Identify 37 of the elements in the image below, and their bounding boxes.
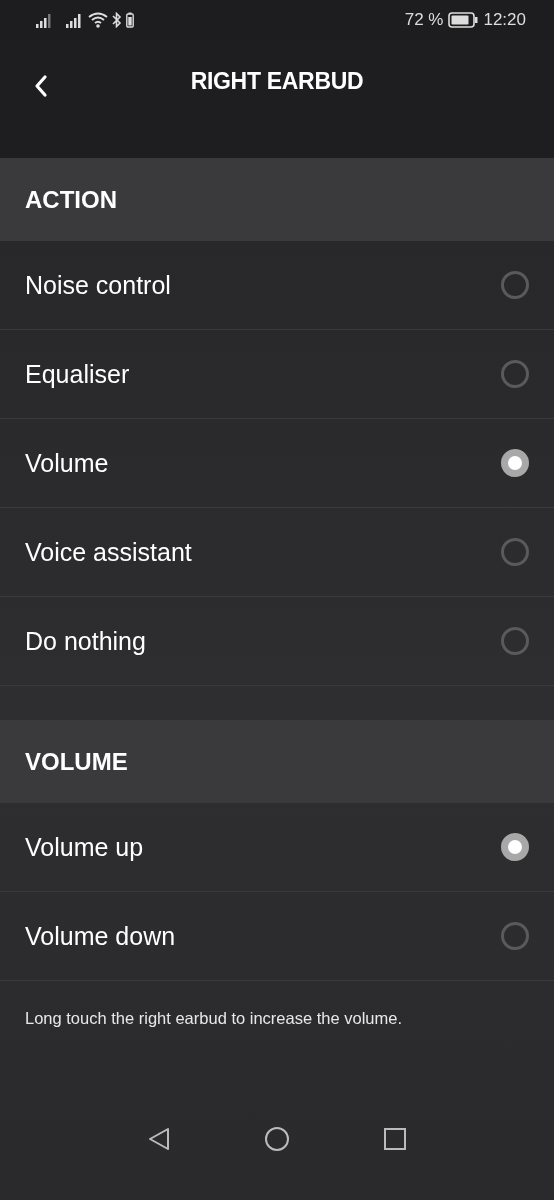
radio-button[interactable] [501, 449, 529, 477]
help-text: Long touch the right earbud to increase the volume. [25, 1009, 403, 1028]
option-label: Volume [25, 448, 109, 478]
back-icon [34, 74, 48, 98]
wifi-icon [88, 12, 108, 28]
clock-time: 12:20 [483, 10, 526, 30]
option-row[interactable]: Voice assistant [0, 508, 554, 597]
recents-nav-icon[interactable] [384, 1128, 406, 1150]
option-row[interactable]: Noise control [0, 241, 554, 330]
option-row[interactable]: Do nothing [0, 597, 554, 686]
section-title: VOLUME [25, 747, 128, 776]
radio-button[interactable] [501, 538, 529, 566]
option-row[interactable]: Volume up [0, 803, 554, 892]
battery-icon [448, 12, 479, 28]
signal-icon [66, 12, 84, 28]
option-row[interactable]: Equaliser [0, 330, 554, 419]
radio-button[interactable] [501, 271, 529, 299]
radio-button[interactable] [501, 360, 529, 388]
back-nav-icon[interactable] [148, 1127, 170, 1151]
option-label: Volume up [25, 832, 144, 862]
option-label: Noise control [25, 270, 171, 300]
option-label: Equaliser [25, 359, 130, 389]
radio-button[interactable] [501, 627, 529, 655]
section-title: ACTION [25, 185, 117, 214]
option-row[interactable]: Volume [0, 419, 554, 508]
radio-button[interactable] [501, 833, 529, 861]
option-label: Volume down [25, 921, 176, 951]
battery-percent: 72 % [404, 10, 444, 30]
home-nav-icon[interactable] [264, 1126, 290, 1152]
bluetooth-icon [112, 12, 122, 28]
signal-icon [36, 12, 54, 28]
screen-title: RIGHT EARBUD [190, 67, 364, 95]
battery-icon [126, 12, 134, 28]
option-label: Voice assistant [25, 537, 192, 567]
option-label: Do nothing [25, 626, 146, 656]
radio-button[interactable] [501, 922, 529, 950]
option-row[interactable]: Volume down [0, 892, 554, 981]
